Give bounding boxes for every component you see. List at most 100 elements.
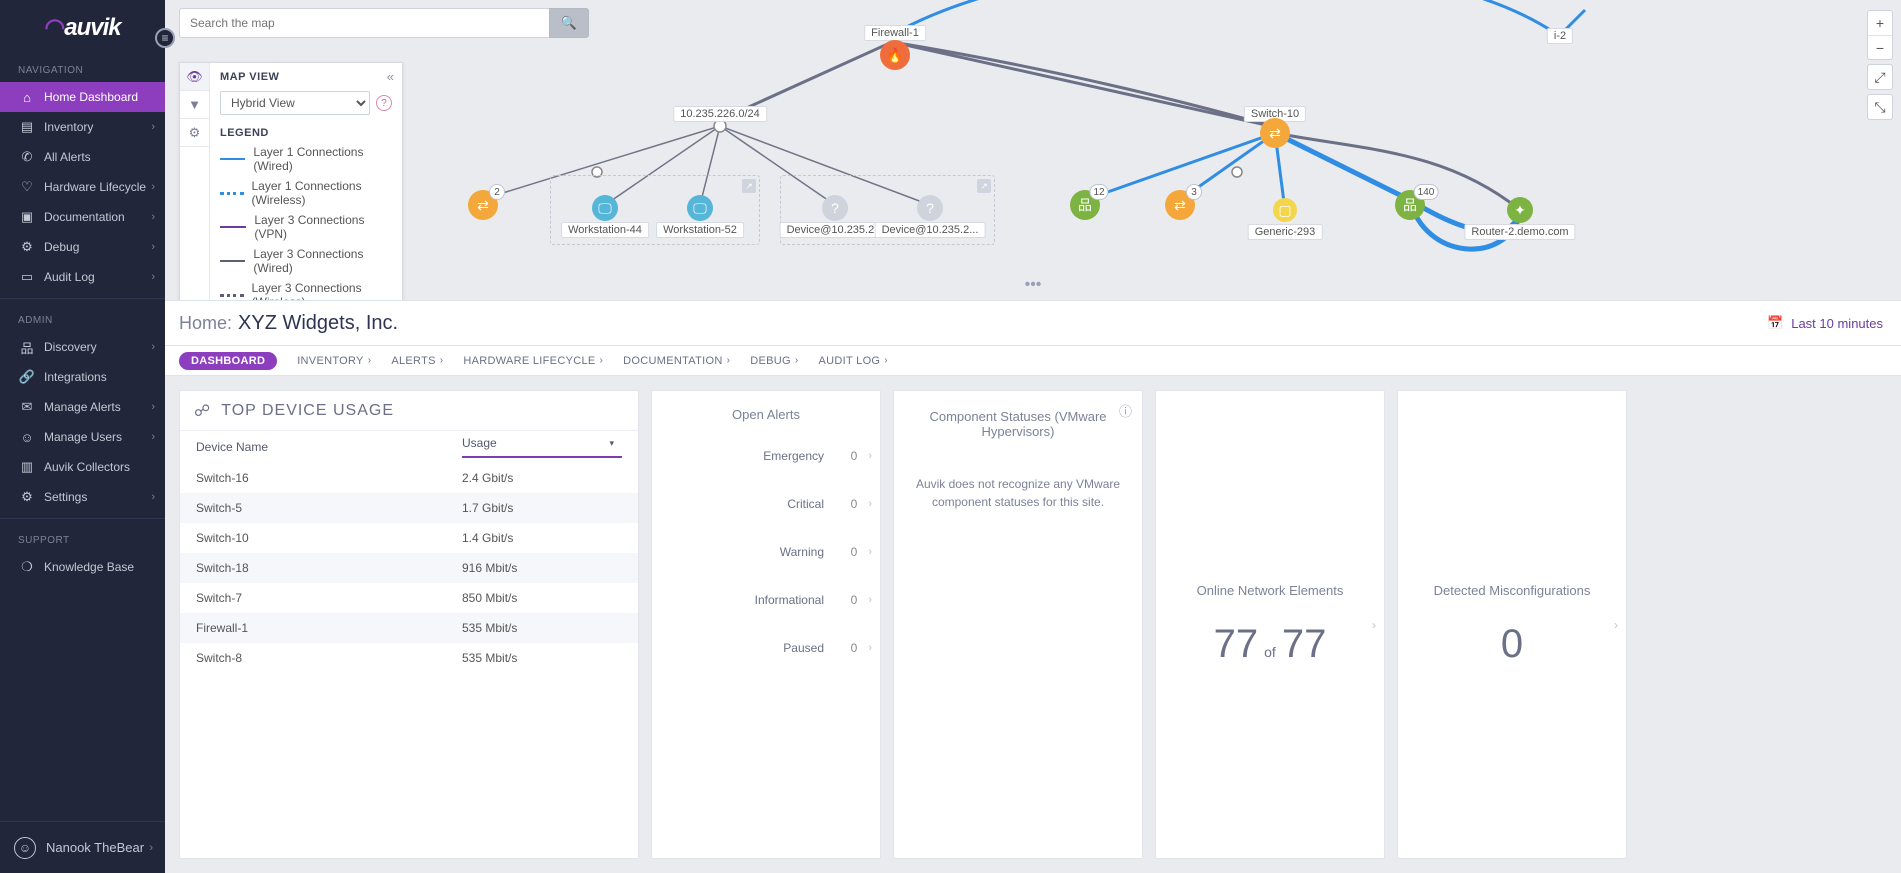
tab-documentation[interactable]: DOCUMENTATION› [623,355,730,367]
info-icon[interactable]: ⓘ [1119,401,1132,420]
network-map[interactable]: Firewall-1 🔥 10.235.226.0/24 Switch-10 ⇄… [165,0,1901,300]
alert-row-warning[interactable]: Warning0› [652,528,880,576]
chevron-right-icon: › [151,241,155,253]
node-generic293[interactable]: ▢ [1273,198,1297,222]
sidebar-item-home-dashboard[interactable]: ⌂ Home Dashboard [0,82,165,112]
avatar-icon: ☺ [14,837,36,859]
sidebar-item-all-alerts[interactable]: ✆ All Alerts [0,142,165,172]
sidebar-item-documentation[interactable]: ▣ Documentation › [0,202,165,232]
sidebar-item-hardware-lifecycle[interactable]: ♡ Hardware Lifecycle › [0,172,165,202]
node-label-generic293[interactable]: Generic-293 [1248,224,1323,240]
map-pagination-dots[interactable]: ••• [1018,276,1048,294]
chevron-right-icon: › [884,355,888,366]
map-view-select[interactable]: Hybrid View [220,91,370,115]
help-icon[interactable]: ? [376,95,392,111]
alert-row-informational[interactable]: Informational0› [652,576,880,624]
card-open-alerts: Open Alerts Emergency0›Critical0›Warning… [651,390,881,859]
chevron-right-icon: › [868,642,872,654]
node-label-right-edge[interactable]: i-2 [1547,28,1573,44]
node-ws52[interactable]: 🖵 [687,195,713,221]
alert-name: Informational [666,593,842,607]
node-label-ws44[interactable]: Workstation-44 [561,222,649,238]
node-label-router2[interactable]: Router-2.demo.com [1464,224,1575,240]
legend-line-icon [220,192,244,195]
sidebar-item-debug[interactable]: ⚙ Debug › [0,232,165,262]
node-router2[interactable]: ✦ [1507,197,1533,223]
cluster-expand-icon[interactable]: ↗ [742,179,756,193]
sort-desc-icon: ▾ [609,438,614,449]
card-online-elements[interactable]: Online Network Elements 77of77 › [1155,390,1385,859]
sidebar-item-label: Discovery [44,340,97,354]
zoom-out-button[interactable]: − [1868,35,1892,59]
tab-debug[interactable]: DEBUG› [750,355,798,367]
sidebar-item-manage-alerts[interactable]: ✉ Manage Alerts › [0,392,165,422]
table-row[interactable]: Switch-101.4 Gbit/s [180,523,638,553]
card-title: Detected Misconfigurations [1434,583,1591,598]
tab-alerts[interactable]: ALERTS› [391,355,443,367]
user-menu[interactable]: ☺ Nanook TheBear › [0,821,165,873]
sidebar-item-manage-users[interactable]: ☺ Manage Users › [0,422,165,452]
sidebar-item-label: Audit Log [44,270,95,284]
table-row[interactable]: Switch-8535 Mbit/s [180,643,638,673]
card-misconfigurations[interactable]: Detected Misconfigurations 0 › [1397,390,1627,859]
fit-button[interactable]: ⤡ [1868,95,1892,119]
chevron-right-icon: › [868,546,872,558]
section-title-admin: ADMIN [0,305,165,332]
tab-dashboard[interactable]: DASHBOARD [179,352,277,370]
map-panel-tab-filter[interactable]: ▼ [180,91,209,119]
chevron-right-icon: › [368,355,372,366]
sidebar-collapse-toggle[interactable]: ≡ [155,28,175,48]
alert-row-emergency[interactable]: Emergency0› [652,432,880,480]
zoom-in-button[interactable]: + [1868,11,1892,35]
time-range-selector[interactable]: 📅 Last 10 minutes [1767,301,1883,345]
sidebar: ◠auvik ≡ NAVIGATION ⌂ Home Dashboard ▤ I… [0,0,165,873]
table-row[interactable]: Switch-51.7 Gbit/s [180,493,638,523]
node-label-ws52[interactable]: Workstation-52 [656,222,744,238]
tab-inventory[interactable]: INVENTORY› [297,355,371,367]
tab-audit-log[interactable]: AUDIT LOG› [819,355,888,367]
node-dev2[interactable]: ? [917,195,943,221]
node-label-firewall[interactable]: Firewall-1 [864,25,926,41]
sidebar-item-collectors[interactable]: ▥ Auvik Collectors [0,452,165,482]
alert-row-paused[interactable]: Paused0› [652,624,880,672]
node-switch10[interactable]: ⇄ [1260,118,1290,148]
sidebar-item-integrations[interactable]: 🔗 Integrations [0,362,165,392]
sidebar-item-inventory[interactable]: ▤ Inventory › [0,112,165,142]
table-row[interactable]: Switch-7850 Mbit/s [180,583,638,613]
time-range-label: Last 10 minutes [1791,316,1883,331]
node-dev1[interactable]: ? [822,195,848,221]
table-row[interactable]: Firewall-1535 Mbit/s [180,613,638,643]
search-button[interactable]: 🔍 [549,8,589,38]
search-input[interactable] [179,8,549,38]
cluster-expand-icon[interactable]: ↗ [977,179,991,193]
map-search: 🔍 [179,8,589,38]
alert-row-critical[interactable]: Critical0› [652,480,880,528]
node-label-dev2[interactable]: Device@10.235.2... [875,222,986,238]
legend-label: Layer 1 Connections (Wireless) [252,179,393,207]
fullscreen-button[interactable]: ⤢ [1868,65,1892,89]
chevron-right-icon: › [600,355,604,366]
node-label-subnet[interactable]: 10.235.226.0/24 [673,106,767,122]
table-row[interactable]: Switch-18916 Mbit/s [180,553,638,583]
map-panel-tab-view[interactable]: 👁 [180,63,209,91]
table-row[interactable]: Switch-162.4 Gbit/s [180,463,638,493]
col-usage[interactable]: Usage ▾ [462,436,622,458]
col-device-name[interactable]: Device Name [196,440,462,454]
node-ws44[interactable]: 🖵 [592,195,618,221]
node-firewall[interactable]: 🔥 [880,40,910,70]
tab-hardware-lifecycle[interactable]: HARDWARE LIFECYCLE› [463,355,603,367]
map-panel-tab-settings[interactable]: ⚙ [180,119,209,147]
alert-name: Paused [666,641,842,655]
chevron-right-icon: › [149,842,153,854]
sidebar-item-label: Knowledge Base [44,560,134,574]
sidebar-item-settings[interactable]: ⚙ Settings › [0,482,165,512]
sidebar-item-discovery[interactable]: 品 Discovery › [0,332,165,362]
map-panel-collapse[interactable]: « [387,69,394,84]
legend-label: Layer 3 Connections (VPN) [254,213,392,241]
section-title-support: SUPPORT [0,525,165,552]
sidebar-item-audit-log[interactable]: ▭ Audit Log › [0,262,165,292]
sidebar-item-knowledge-base[interactable]: ❍ Knowledge Base [0,552,165,582]
device-usage: 535 Mbit/s [462,621,622,635]
inventory-icon: ▤ [18,119,36,135]
legend-line-icon [220,260,245,262]
